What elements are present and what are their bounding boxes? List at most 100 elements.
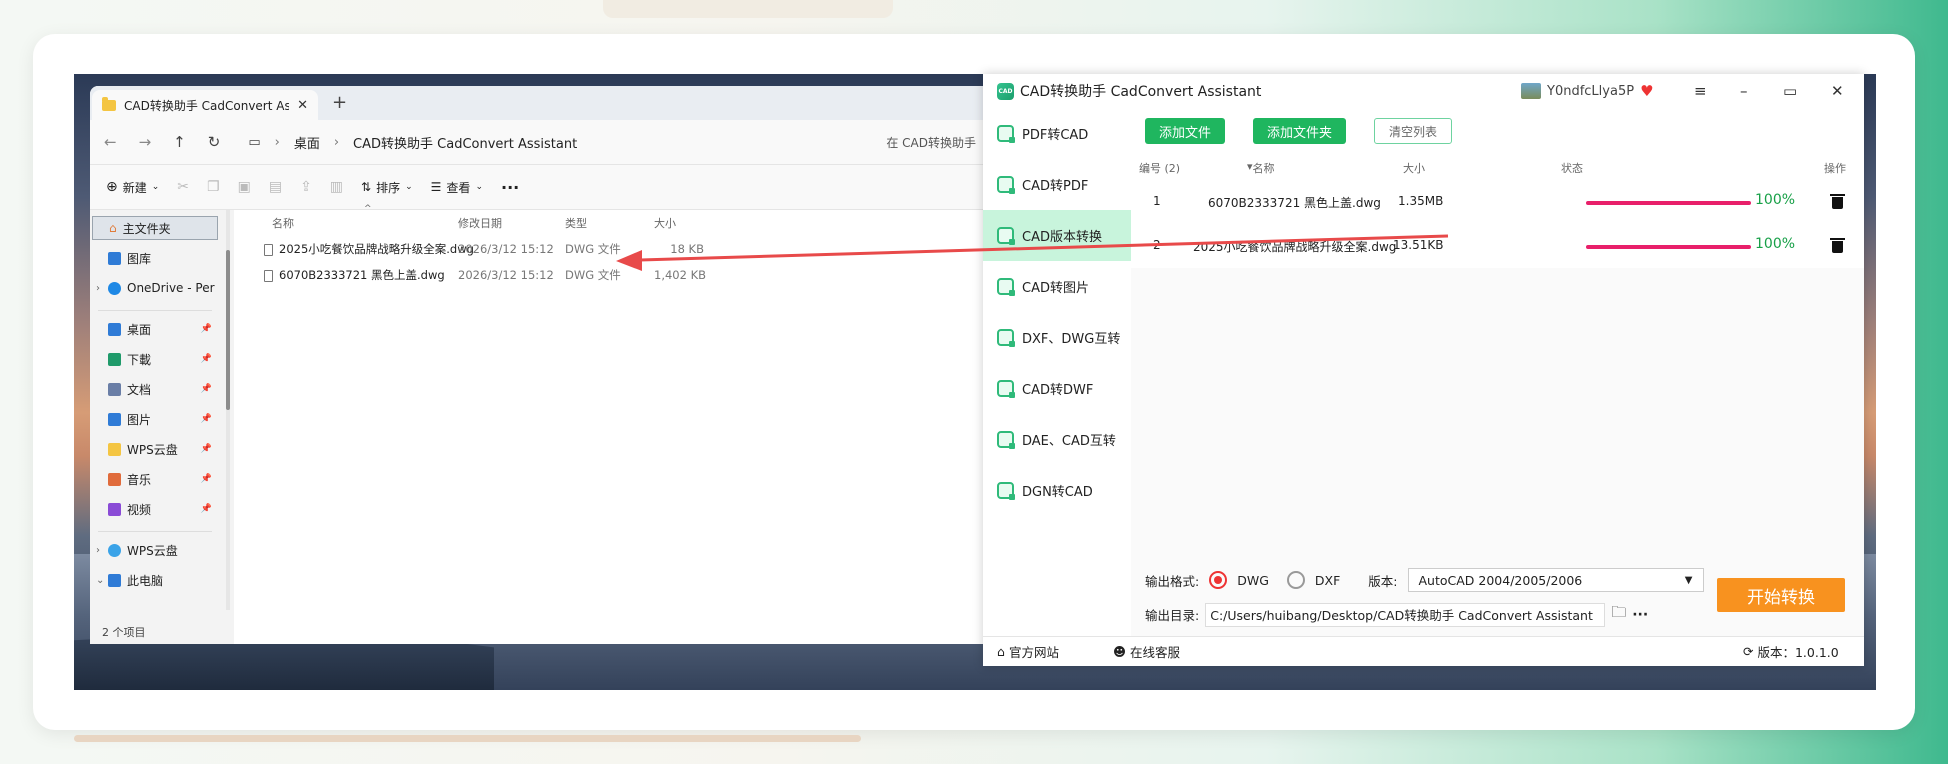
col-date[interactable]: 修改日期	[458, 215, 502, 231]
plus-circle-icon: ⊕	[106, 179, 118, 195]
cad-sidebar-label: DXF、DWG互转	[1022, 332, 1121, 347]
sidebar-item-gallery[interactable]: 图库	[90, 246, 220, 270]
new-tab-icon[interactable]: +	[332, 92, 347, 113]
cloud-icon	[108, 543, 121, 557]
open-folder-icon[interactable]: 🗀	[1611, 602, 1626, 627]
sidebar-scrollbar[interactable]	[226, 210, 230, 610]
copy-icon[interactable]: ❐	[207, 179, 220, 195]
table-header: 编号 (2) ▾ 名称 大小 状态 操作	[1131, 154, 1864, 180]
pin-icon[interactable]: 📌	[201, 474, 212, 484]
breadcrumb-folder[interactable]: CAD转换助手 CadConvert Assistant	[353, 133, 577, 152]
file-list: 名称 ^ 修改日期 类型 大小 2025小吃餐饮品牌战略升级全案.dwg 202…	[234, 204, 990, 644]
pinned-list: 桌面 📌 下載 📌 文档 📌 图片 📌 WPS云盘 📌 音乐 📌 视频 📌	[90, 317, 220, 521]
radio-dxf[interactable]	[1286, 571, 1305, 589]
col-name[interactable]: 名称	[272, 215, 294, 231]
sidebar-item-pinned[interactable]: 图片 📌	[90, 407, 220, 431]
pin-icon[interactable]: 📌	[201, 414, 212, 424]
pin-icon[interactable]: 📌	[201, 354, 212, 364]
back-icon[interactable]: ←	[104, 133, 117, 151]
cad-sidebar-item[interactable]: CAD转PDF	[983, 159, 1131, 210]
add-file-button[interactable]: 添加文件	[1145, 118, 1226, 144]
file-date: 2026/3/12 15:12	[458, 268, 554, 282]
pin-icon[interactable]: 📌	[201, 324, 212, 334]
col-name-wrap[interactable]: ▾ 名称	[1247, 160, 1275, 175]
minimize-icon[interactable]: –	[1740, 82, 1748, 100]
menu-icon[interactable]: ≡	[1694, 82, 1707, 100]
sidebar-item-pinned[interactable]: 下載 📌	[90, 347, 220, 371]
sidebar-item-home[interactable]: ⌂ 主文件夹	[92, 216, 218, 240]
cad-sidebar-item[interactable]: DAE、CAD互转	[983, 414, 1131, 465]
sidebar-item-pinned[interactable]: 音乐 📌	[90, 467, 220, 491]
official-site-label: 官方网站	[1008, 645, 1059, 660]
forward-icon[interactable]: →	[139, 133, 152, 151]
view-button[interactable]: ☰ 查看 ⌄	[431, 179, 483, 196]
row-size: 1.35MB	[1398, 194, 1444, 208]
rename-icon[interactable]: ▤	[269, 179, 282, 195]
new-button[interactable]: ⊕ 新建 ⌄	[106, 179, 159, 196]
cad-sidebar-item[interactable]: CAD转DWF	[983, 363, 1131, 414]
sidebar-item-onedrive[interactable]: › OneDrive - Per	[90, 276, 220, 300]
pin-icon[interactable]: 📌	[201, 384, 212, 394]
paste-icon[interactable]: ▣	[238, 179, 251, 195]
col-size[interactable]: 大小	[654, 215, 676, 231]
chevron-down-icon: ▼	[1684, 574, 1693, 586]
up-icon[interactable]: ↑	[173, 133, 186, 151]
user-info[interactable]: Y0ndfcLlya5P ♥	[1521, 82, 1654, 100]
maximize-icon[interactable]: ▭	[1783, 82, 1797, 100]
top-decor-strip	[603, 0, 893, 18]
refresh-icon[interactable]: ↻	[208, 133, 221, 151]
explorer-navbar: ← → ↑ ↻ ▭ › 桌面 › CAD转换助手 CadConvert Assi…	[90, 120, 990, 164]
search-box[interactable]: 在 CAD转换助手	[886, 134, 976, 151]
delete-icon[interactable]: ▥	[330, 179, 343, 195]
explorer-tab[interactable]: CAD转换助手 CadConvert Assi ✕	[92, 90, 318, 120]
sidebar-item-pinned[interactable]: 文档 📌	[90, 377, 220, 401]
sidebar-item-pinned[interactable]: 视频 📌	[90, 497, 220, 521]
cad-sidebar-item[interactable]: CAD转图片	[983, 261, 1131, 312]
more-icon[interactable]: ···	[501, 178, 519, 197]
online-service-label: 在线客服	[1130, 645, 1181, 660]
close-icon[interactable]: ✕	[1831, 82, 1844, 100]
cad-sidebar-label: CAD转DWF	[1022, 383, 1094, 398]
cad-sidebar-item[interactable]: PDF转CAD	[983, 108, 1131, 159]
start-convert-button[interactable]: 开始转换	[1717, 578, 1845, 612]
sidebar-item-pinned[interactable]: 桌面 📌	[90, 317, 220, 341]
close-icon[interactable]: ✕	[297, 98, 308, 113]
table-row[interactable]: 2 2025小吃餐饮品牌战略升级全案.dwg 13.51KB 100%	[1131, 224, 1864, 268]
trash-icon[interactable]	[1830, 194, 1845, 209]
col-op: 操作	[1824, 162, 1846, 175]
version-select[interactable]: AutoCAD 2004/2005/2006 ▼	[1407, 568, 1704, 592]
clear-list-button[interactable]: 清空列表	[1374, 118, 1453, 144]
online-service-link[interactable]: ☻ 在线客服	[1113, 642, 1180, 661]
breadcrumb-desktop[interactable]: 桌面	[294, 133, 320, 152]
download-icon	[108, 352, 121, 366]
file-date: 2026/3/12 15:12	[458, 242, 554, 256]
pin-icon[interactable]: 📌	[201, 444, 212, 454]
more-icon[interactable]: ···	[1632, 607, 1648, 623]
col-type[interactable]: 类型	[565, 215, 587, 231]
sidebar-item-pc[interactable]: ⌄ 此电脑	[90, 568, 220, 592]
cad-tool-icon	[997, 125, 1015, 143]
cad-sidebar-item[interactable]: CAD版本转换	[983, 210, 1131, 261]
cut-icon[interactable]: ✂	[177, 179, 189, 195]
file-row[interactable]: 6070B2333721 黑色上盖.dwg 2026/3/12 15:12 DW…	[234, 262, 990, 288]
file-row[interactable]: 2025小吃餐饮品牌战略升级全案.dwg 2026/3/12 15:12 DWG…	[234, 236, 990, 262]
share-icon[interactable]: ⇪	[300, 179, 312, 195]
trash-icon[interactable]	[1830, 238, 1845, 253]
file-size: 1,402 KB	[654, 268, 707, 282]
output-dir-field[interactable]: C:/Users/huibang/Desktop/CAD转换助手 CadConv…	[1205, 602, 1606, 627]
col-num: 编号 (2)	[1139, 162, 1181, 175]
sort-button[interactable]: ⇅ 排序 ⌄	[361, 179, 413, 196]
add-folder-button[interactable]: 添加文件夹	[1253, 118, 1347, 144]
sidebar-item-wps[interactable]: › WPS云盘	[90, 538, 220, 562]
cad-sidebar-label: PDF转CAD	[1022, 128, 1089, 143]
radio-dwg[interactable]	[1209, 571, 1228, 589]
official-site-link[interactable]: ⌂ 官方网站	[997, 642, 1059, 661]
cad-sidebar-item[interactable]: DGN转CAD	[983, 465, 1131, 516]
monitor-icon: ▭	[248, 134, 261, 150]
cad-sidebar-item[interactable]: DXF、DWG互转	[983, 312, 1131, 363]
cad-sidebar: PDF转CAD CAD转PDF CAD版本转换 CAD转图片 DXF、DWG互转 CAD转…	[983, 108, 1131, 620]
sidebar-item-pinned[interactable]: WPS云盘 📌	[90, 437, 220, 461]
cad-tool-icon	[997, 380, 1015, 398]
pin-icon[interactable]: 📌	[201, 504, 212, 514]
table-row[interactable]: 1 6070B2333721 黑色上盖.dwg 1.35MB 100%	[1131, 180, 1864, 224]
